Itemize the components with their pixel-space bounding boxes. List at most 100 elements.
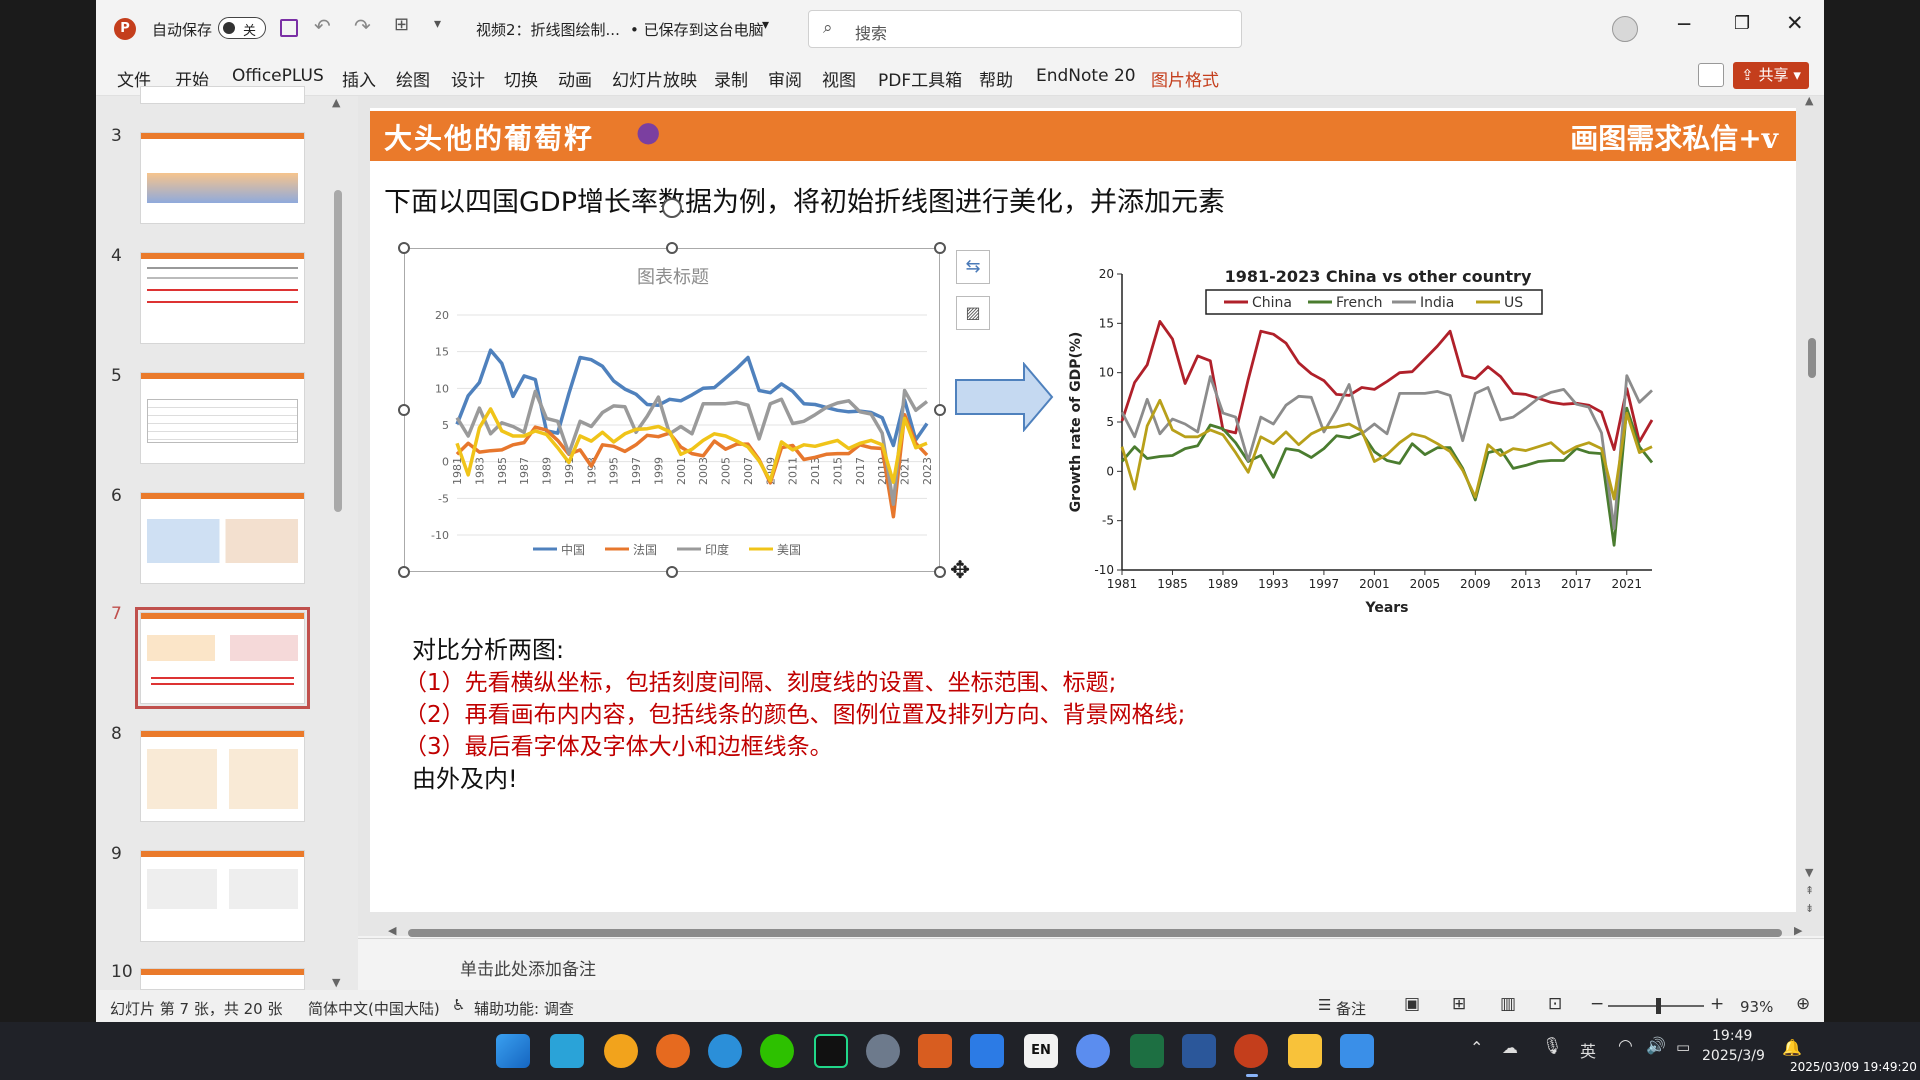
firefox-icon[interactable]	[656, 1034, 690, 1068]
original-chart-object[interactable]: 图表标题 -10 -5 0 5 10 15 20 1981 1983 1985 1987 1989 199…	[404, 248, 940, 572]
search-app-icon[interactable]	[604, 1034, 638, 1068]
comments-icon[interactable]	[1698, 63, 1724, 87]
rotate-handle-icon[interactable]	[662, 198, 682, 218]
scroll-right-icon[interactable]: ▶	[1794, 924, 1802, 937]
zoom-in-icon[interactable]: +	[1710, 994, 1724, 1014]
accessibility-status[interactable]: 辅助功能: 调查	[474, 998, 574, 1019]
slide-sorter-icon[interactable]: ⊞	[1452, 994, 1466, 1014]
tab-pdf-toolbox[interactable]: PDF工具箱	[878, 66, 962, 91]
slide-thumbnail-2[interactable]	[140, 86, 305, 104]
tab-officeplus[interactable]: OfficePLUS	[232, 66, 324, 86]
slideshow-icon[interactable]: ⊡	[1548, 994, 1562, 1014]
ime-indicator[interactable]: 英	[1580, 1038, 1596, 1062]
tab-view[interactable]: 视图	[822, 66, 856, 91]
analysis-point-1[interactable]: （1）先看横纵坐标，包括刻度间隔、刻度线的设置、坐标范围、标题;	[404, 663, 1116, 697]
slide-thumbnail-3[interactable]	[140, 132, 305, 224]
minimize-icon[interactable]: ─	[1678, 12, 1690, 36]
scroll-up-icon[interactable]: ▲	[1805, 94, 1813, 107]
undo-icon[interactable]: ↶	[314, 14, 331, 38]
clock-date[interactable]: 2025/3/9	[1702, 1048, 1765, 1064]
slide-thumbnail-8[interactable]	[140, 730, 305, 822]
tab-transitions[interactable]: 切换	[504, 66, 538, 91]
zoom-slider-thumb[interactable]	[1656, 998, 1661, 1014]
thumbnail-scrollbar[interactable]	[334, 190, 342, 512]
layout-options-icon[interactable]: ⇆	[956, 250, 990, 284]
selection-handle[interactable]	[934, 242, 946, 254]
word-icon[interactable]	[1182, 1034, 1216, 1068]
slide-canvas[interactable]: 大头他的葡萄籽 ● 画图需求私信+v 下面以四国GDP增长率数据为例，将初始折线…	[370, 108, 1796, 912]
restore-icon[interactable]: ❐	[1734, 13, 1750, 34]
tab-animations[interactable]: 动画	[558, 66, 592, 91]
language-app-icon[interactable]: EN	[1024, 1034, 1058, 1068]
tab-draw[interactable]: 绘图	[396, 66, 430, 91]
notes-toggle[interactable]: 备注	[1336, 998, 1366, 1019]
chart-elements-icon[interactable]: ▨	[956, 296, 990, 330]
slide-heading[interactable]: 下面以四国GDP增长率数据为例，将初始折线图进行美化，并添加元素	[384, 180, 1225, 219]
vertical-scrollbar[interactable]	[1808, 338, 1816, 378]
document-title[interactable]: 视频2：折线图绘制...	[476, 19, 620, 40]
notification-icon[interactable]: 🔔	[1782, 1038, 1802, 1057]
battery-icon[interactable]: ▭	[1676, 1038, 1690, 1056]
onedrive-icon[interactable]: ☁	[1502, 1038, 1518, 1057]
wifi-icon[interactable]: ◠	[1618, 1036, 1633, 1056]
excel-icon[interactable]	[1130, 1034, 1164, 1068]
volume-icon[interactable]: 🔊	[1646, 1036, 1666, 1055]
wechat-icon[interactable]	[760, 1034, 794, 1068]
analysis-conclusion[interactable]: 由外及内!	[412, 759, 518, 794]
slide-thumbnail-4[interactable]	[140, 252, 305, 344]
chevron-up-icon[interactable]: ⌃	[1470, 1038, 1483, 1057]
tab-design[interactable]: 设计	[451, 66, 485, 91]
scroll-down-icon[interactable]: ▼	[1805, 866, 1813, 879]
next-slide-icon[interactable]: ⇟	[1805, 902, 1814, 915]
zoom-out-icon[interactable]: −	[1590, 994, 1604, 1014]
reading-view-icon[interactable]: ▥	[1500, 994, 1516, 1014]
analysis-point-3[interactable]: （3）最后看字体及字体大小和边框线条。	[404, 727, 833, 761]
slide-thumbnail-6[interactable]	[140, 492, 305, 584]
slide-thumbnail-10[interactable]	[140, 968, 305, 990]
scroll-down-icon[interactable]: ▼	[332, 976, 340, 989]
selection-handle[interactable]	[934, 566, 946, 578]
cloud-app-icon[interactable]	[1340, 1034, 1374, 1068]
save-status[interactable]: • 已保存到这台电脑	[630, 19, 764, 40]
search-box[interactable]: ⌕ 搜索	[808, 10, 1242, 48]
clock-time[interactable]: 19:49	[1712, 1028, 1752, 1044]
analysis-title[interactable]: 对比分析两图:	[412, 630, 564, 665]
scroll-up-icon[interactable]: ▲	[332, 96, 340, 109]
powerpoint-icon[interactable]	[1234, 1034, 1268, 1068]
beautified-line-chart[interactable]: 1981-2023 China vs other country -10 -5 0 5 1…	[1066, 250, 1666, 620]
selection-handle[interactable]	[398, 242, 410, 254]
prev-slide-icon[interactable]: ⇞	[1805, 884, 1814, 897]
account-icon[interactable]	[1612, 16, 1638, 42]
slide-thumbnail-9[interactable]	[140, 850, 305, 942]
matlab-icon[interactable]	[918, 1034, 952, 1068]
horizontal-scrollbar[interactable]	[408, 929, 1782, 937]
selection-handle[interactable]	[398, 566, 410, 578]
pycharm-icon[interactable]	[814, 1034, 848, 1068]
slide-counter[interactable]: 幻灯片 第 7 张，共 20 张	[110, 998, 282, 1019]
selection-handle[interactable]	[398, 404, 410, 416]
connect-app-icon[interactable]	[1076, 1034, 1110, 1068]
tab-endnote[interactable]: EndNote 20	[1036, 66, 1136, 86]
slide-thumbnail-7[interactable]	[135, 607, 310, 709]
slide-thumbnail-5[interactable]	[140, 372, 305, 464]
close-icon[interactable]: ✕	[1786, 11, 1804, 35]
tab-slideshow[interactable]: 幻灯片放映	[612, 66, 697, 91]
present-icon[interactable]: ⊞	[394, 14, 409, 35]
tab-help[interactable]: 帮助	[979, 66, 1013, 91]
autosave-toggle[interactable]: 关	[218, 17, 266, 39]
share-button[interactable]: ⇪ 共享 ▾	[1733, 62, 1809, 89]
windows-start-icon[interactable]	[496, 1034, 530, 1068]
zoom-level[interactable]: 93%	[1740, 998, 1773, 1016]
tab-record[interactable]: 录制	[714, 66, 748, 91]
tab-review[interactable]: 审阅	[768, 66, 802, 91]
fit-to-window-icon[interactable]: ⊕	[1796, 994, 1810, 1014]
edge-icon[interactable]	[708, 1034, 742, 1068]
analysis-point-2[interactable]: （2）再看画布内内容，包括线条的颜色、图例位置及排列方向、背景网格线;	[404, 695, 1185, 729]
selection-handle[interactable]	[934, 404, 946, 416]
selection-handle[interactable]	[666, 566, 678, 578]
file-explorer-icon[interactable]	[550, 1034, 584, 1068]
language-indicator[interactable]: 简体中文(中国大陆)	[308, 998, 440, 1019]
tab-picture-format[interactable]: 图片格式	[1151, 66, 1219, 91]
tab-insert[interactable]: 插入	[342, 66, 376, 91]
right-arrow-shape[interactable]	[954, 362, 1054, 432]
